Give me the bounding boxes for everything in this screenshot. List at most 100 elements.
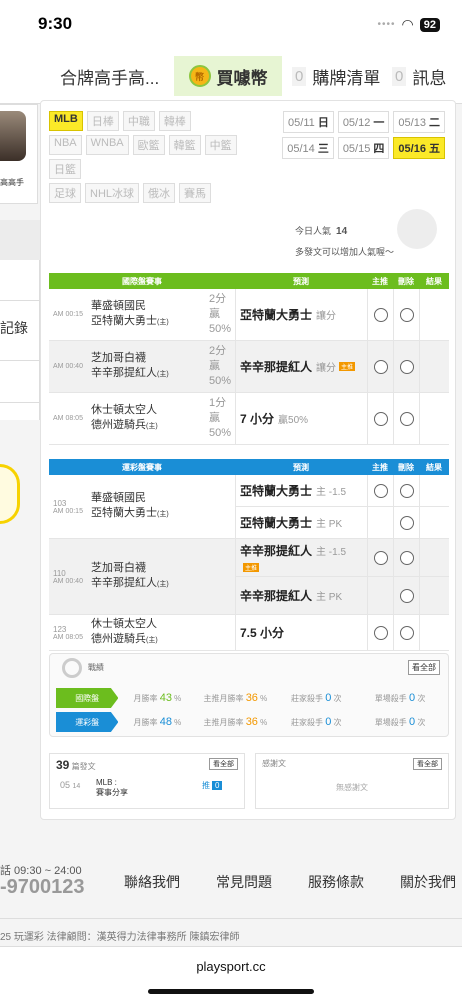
main-panel: MLB 日棒 中職 韓棒 NBA WNBA 歐籃 韓籃 中籃 日籃 足球 NHL冰球 俄冰 賽馬 0… xyxy=(40,100,456,820)
date-button[interactable]: 05/14 三 xyxy=(282,137,334,159)
league-button[interactable]: 日籃 xyxy=(49,159,81,179)
league-button[interactable]: NHL冰球 xyxy=(85,183,140,203)
top-nav: 合牌高手高... 幣 買噱幣 0 購牌清單 0 訊息 xyxy=(0,48,462,104)
game-cell: AM 08:05 休士頓太空人 德州遊騎兵(主) 1分贏 50% xyxy=(49,393,235,444)
sidebar-menu: 記錄 xyxy=(0,260,40,420)
radio-cell xyxy=(393,393,419,444)
team-away: 華盛頓國民 xyxy=(91,492,146,504)
date-button[interactable]: 05/13 二 xyxy=(393,111,445,133)
prediction-team: 亞特蘭大勇士 xyxy=(240,516,313,530)
league-button[interactable]: 賽馬 xyxy=(179,183,212,203)
radio-button[interactable] xyxy=(373,359,388,374)
game-time: AM 00:15 xyxy=(53,507,83,515)
footer-link-about[interactable]: 關於我們 xyxy=(400,872,456,892)
divider xyxy=(0,360,40,361)
footer-link-faq[interactable]: 常見問題 xyxy=(216,872,272,892)
game-cell: 123 AM 08:05 休士頓太空人 德州遊騎兵(主) xyxy=(49,615,235,650)
prediction-team: 亞特蘭大勇士 xyxy=(240,308,313,322)
league-button[interactable]: 日棒 xyxy=(86,111,119,131)
prediction-line: 7.5 小分 xyxy=(240,624,284,641)
record-view-all-button[interactable]: 看全部 xyxy=(408,660,440,675)
tab-buy-coins[interactable]: 幣 買噱幣 xyxy=(174,56,282,96)
prediction: 辛辛那提紅人主 -1.5 主推 xyxy=(240,542,346,573)
signal-icon: •••• xyxy=(377,19,396,30)
col-header: 結果 xyxy=(426,462,442,472)
posts-view-all-button[interactable]: 看全部 xyxy=(209,758,238,770)
radio-button[interactable] xyxy=(399,588,414,603)
date-button[interactable]: 05/11 日 xyxy=(283,111,334,133)
league-button[interactable]: 韓籃 xyxy=(168,135,201,155)
league-button[interactable]: 俄冰 xyxy=(143,183,176,203)
league-button[interactable]: 韓棒 xyxy=(158,111,191,131)
profile-card[interactable]: 高高手 xyxy=(0,104,38,204)
game-cell: AM 00:40 芝加哥白襪 辛辛那提紅人(主) 2分贏 50% xyxy=(49,341,235,392)
url-text[interactable]: playsport.cc xyxy=(0,959,462,974)
single-killer: 單場殺手 0 次 xyxy=(374,716,426,728)
radio-button[interactable] xyxy=(373,550,388,565)
radio-button[interactable] xyxy=(399,515,414,530)
status-time: 9:30 xyxy=(38,14,73,33)
main-month-win-value: 36 xyxy=(245,692,258,704)
league-button[interactable]: MLB xyxy=(49,111,83,131)
date-day: 四 xyxy=(373,143,385,155)
league-button[interactable]: 中職 xyxy=(122,111,155,131)
hot-badge: 主推 xyxy=(243,563,260,572)
radio-button[interactable] xyxy=(373,625,388,640)
radio-button[interactable] xyxy=(399,550,414,565)
main-month-win-value: 36 xyxy=(245,716,258,728)
radio-cell xyxy=(367,289,393,340)
radio-button[interactable] xyxy=(399,483,414,498)
record-row: 國際盤 月勝率 43 % 主推月勝率 36 % 莊家殺手 0 次 單場殺手 0 次 xyxy=(56,688,442,708)
radio-button[interactable] xyxy=(399,359,414,374)
empty-cell xyxy=(367,507,393,538)
popularity: 今日人氣 14 多發文可以增加人氣喔～ xyxy=(295,221,394,262)
league-button[interactable]: 足球 xyxy=(49,183,81,203)
date-button[interactable]: 05/15 四 xyxy=(337,137,390,159)
home-mark: (主) xyxy=(157,581,169,588)
wifi-icon: ◠ xyxy=(401,16,414,32)
main-month-win-rate: 主推月勝率 36 % xyxy=(203,692,268,704)
popularity-hint: 多發文可以增加人氣喔～ xyxy=(295,247,395,257)
radio-button[interactable] xyxy=(373,483,388,498)
prediction-team: 7.5 小分 xyxy=(240,626,285,640)
game-result: 2分贏 50% xyxy=(209,344,235,389)
teams: 華盛頓國民 亞特蘭大勇士(主) xyxy=(91,491,169,522)
prediction-cell: 亞特蘭大勇士主 -1.5 xyxy=(235,475,367,506)
tab-cart[interactable]: 0 購牌清單 xyxy=(292,56,380,96)
radio-cell xyxy=(393,507,419,538)
league-button[interactable]: 中籃 xyxy=(204,135,237,155)
post-date: 05 14 xyxy=(60,780,80,790)
league-button[interactable]: NBA xyxy=(49,135,82,155)
empty-cell xyxy=(367,577,393,614)
league-button[interactable]: 歐籃 xyxy=(132,135,165,155)
radio-cell xyxy=(367,539,393,576)
radio-button[interactable] xyxy=(373,307,388,322)
tab-messages[interactable]: 0 訊息 xyxy=(392,56,446,96)
thanks-view-all-button[interactable]: 看全部 xyxy=(413,758,442,770)
radio-cell xyxy=(393,289,419,340)
date-text: 05/15 xyxy=(342,143,374,155)
sidebar-item-record[interactable]: 記錄 xyxy=(0,318,28,338)
result-text: 2分贏 xyxy=(209,345,227,372)
result-cell xyxy=(419,539,449,576)
date-button[interactable]: 05/16 五 xyxy=(393,137,445,159)
footer-link-contact[interactable]: 聯絡我們 xyxy=(124,872,180,892)
league-button[interactable]: WNBA xyxy=(85,135,129,155)
footer-link-terms[interactable]: 服務條款 xyxy=(308,872,364,892)
game-time: AM 00:15 xyxy=(53,311,83,318)
date-button[interactable]: 05/12 一 xyxy=(337,111,390,133)
prediction-type: 主 -1.5 xyxy=(316,547,347,558)
post-item[interactable]: MLB : 賽事分享 xyxy=(96,778,128,798)
tab-expert[interactable]: 合牌高手高... xyxy=(60,56,159,96)
radio-button[interactable] xyxy=(399,307,414,322)
game-result: 2分贏 50% xyxy=(209,292,235,337)
radio-button[interactable] xyxy=(399,625,414,640)
radio-cell xyxy=(393,615,419,650)
month-win-rate: 月勝率 43 % xyxy=(133,692,182,704)
radio-button[interactable] xyxy=(373,411,388,426)
team-away: 休士頓太空人 xyxy=(91,618,157,630)
radio-button[interactable] xyxy=(399,411,414,426)
game-time: AM 08:05 xyxy=(53,415,83,422)
pick-row: 亞特蘭大勇士主 PK xyxy=(235,506,449,538)
prediction-line: 辛辛那提紅人主 -1.5 xyxy=(240,542,346,559)
